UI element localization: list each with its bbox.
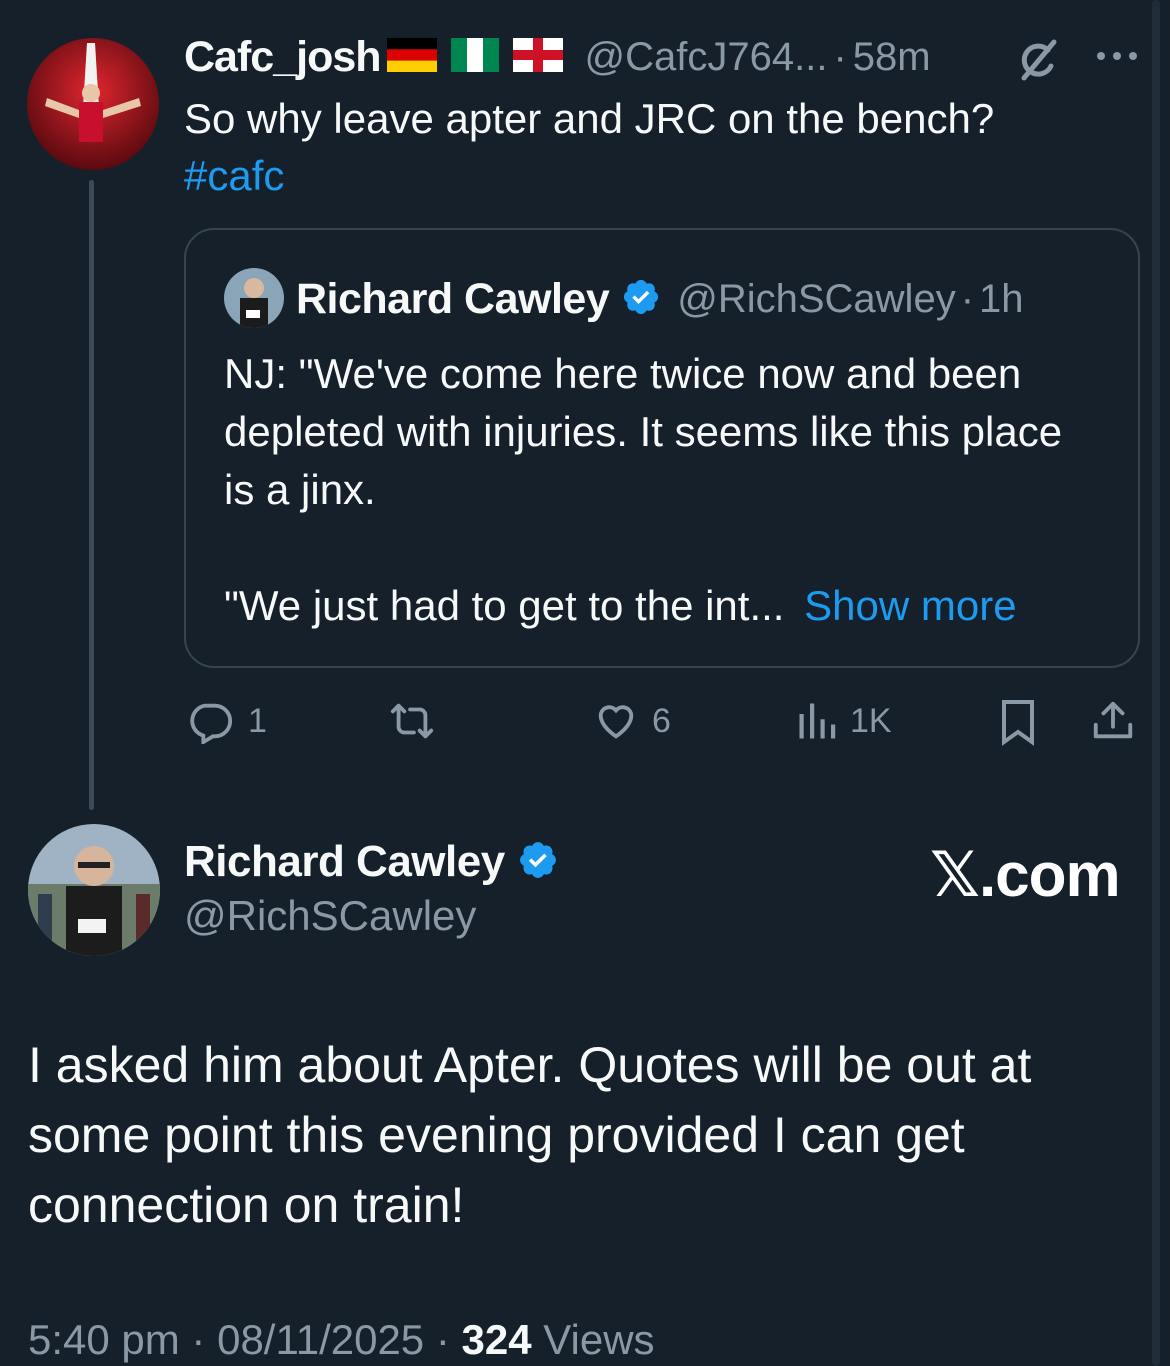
main-handle[interactable]: @RichSCawley	[184, 892, 476, 940]
x-watermark: 𝕏.com	[930, 841, 1121, 910]
quoted-paragraph-1: NJ: "We've come here twice now and been …	[224, 350, 1063, 513]
show-more-link[interactable]: Show more	[804, 582, 1016, 629]
quoted-handle: @RichSCawley	[677, 276, 956, 321]
reply-count: 1	[248, 701, 267, 740]
share-button[interactable]	[1090, 698, 1136, 749]
heart-icon	[598, 705, 634, 739]
timestamp[interactable]: 5:40 pm · 08/11/2025 ·	[28, 1316, 462, 1363]
share-icon	[1093, 701, 1133, 739]
reply-text: So why leave apter and JRC on the bench?…	[184, 90, 1124, 204]
thread-line	[89, 180, 94, 810]
timestamp-row: 5:40 pm · 08/11/2025 · 324 Views	[28, 1316, 655, 1364]
main-display-name[interactable]: Richard Cawley	[184, 837, 505, 887]
reply-time[interactable]: 58m	[853, 35, 931, 80]
bookmark-icon	[1002, 700, 1034, 746]
quoted-paragraph-2: "We just had to get to the int...	[224, 582, 785, 629]
grok-icon[interactable]	[1014, 36, 1062, 84]
bookmark-button[interactable]	[998, 698, 1038, 751]
repost-icon	[390, 703, 434, 739]
views-action[interactable]: 1K	[796, 698, 892, 744]
quoted-tweet-card[interactable]: Richard Cawley @RichSCawley · 1h NJ: "We…	[184, 228, 1140, 668]
views-label: Views	[543, 1316, 655, 1363]
quoted-display-name: Richard Cawley	[296, 274, 610, 323]
quoted-avatar	[224, 268, 284, 328]
dot-separator: ·	[833, 34, 847, 79]
view-count: 324	[461, 1316, 532, 1363]
views-chart-icon	[799, 703, 836, 739]
reply-body: So why leave apter and JRC on the bench?	[184, 95, 995, 142]
dot-separator: ·	[960, 276, 975, 321]
scrollbar[interactable]	[1152, 0, 1160, 1366]
more-options-icon[interactable]	[1093, 44, 1141, 68]
repost-action[interactable]	[384, 698, 440, 744]
verified-badge-icon	[517, 839, 559, 886]
reply-handle[interactable]: @CafcJ764...	[585, 35, 828, 80]
reply-display-name[interactable]: Cafc_josh	[184, 33, 382, 82]
quoted-text: NJ: "We've come here twice now and been …	[224, 345, 1104, 635]
like-action[interactable]: 6	[592, 698, 671, 744]
england-flag-icon	[512, 37, 563, 77]
hashtag-link[interactable]: #cafc	[184, 147, 1124, 204]
reply-icon	[190, 703, 232, 744]
nigeria-flag-icon	[450, 37, 499, 77]
verified-badge-icon	[621, 277, 661, 322]
views-count: 1K	[850, 701, 892, 740]
reply-action[interactable]: 1	[186, 698, 267, 744]
main-avatar[interactable]	[28, 824, 160, 956]
reply-avatar[interactable]	[27, 38, 159, 170]
quoted-time: 1h	[979, 276, 1024, 321]
germany-flag-icon	[386, 37, 437, 77]
main-tweet-text: I asked him about Apter. Quotes will be …	[28, 1037, 1032, 1233]
like-count: 6	[652, 701, 671, 740]
